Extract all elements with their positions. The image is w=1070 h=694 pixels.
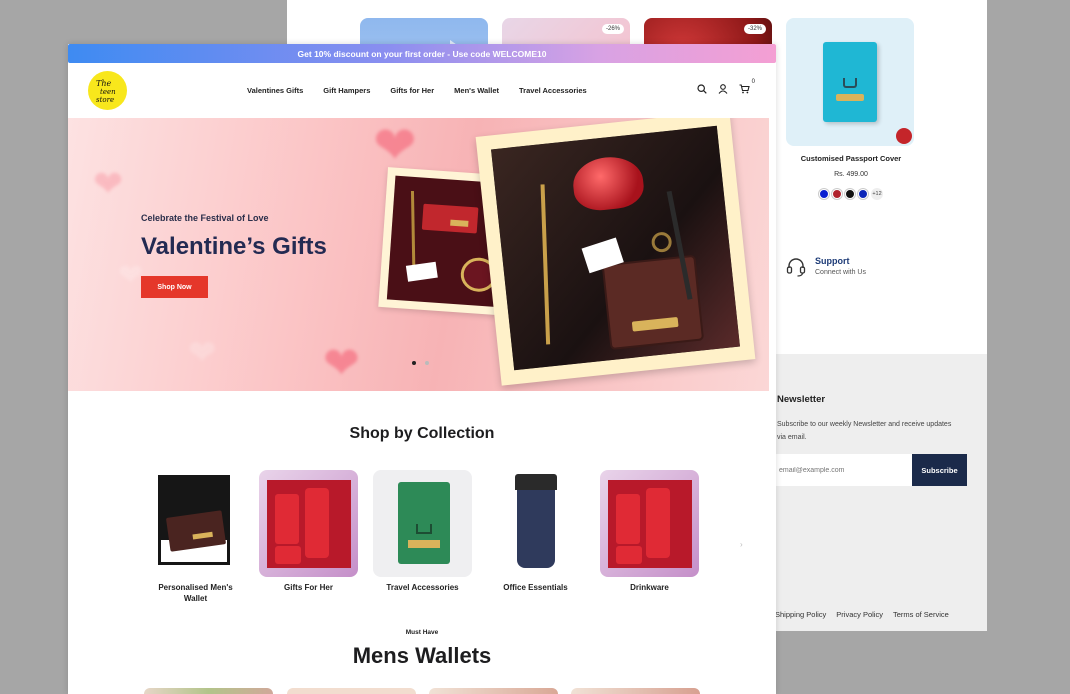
newsletter-text: Subscribe to our weekly Newsletter and r… <box>777 421 952 441</box>
chevron-right-icon[interactable]: › <box>740 540 743 549</box>
collection-label: Drinkware <box>630 583 669 592</box>
search-icon[interactable] <box>696 83 708 95</box>
collections-title: Shop by Collection <box>349 425 495 442</box>
product-card-passport[interactable] <box>786 18 914 146</box>
footer-links: Shipping Policy Privacy Policy Terms of … <box>775 610 949 619</box>
collection-travel-accessories[interactable]: Travel Accessories <box>373 470 472 593</box>
logo-wordmark-icon: The teen store <box>96 79 116 104</box>
more-colors-badge[interactable]: +12 <box>871 188 883 200</box>
product-card-peek[interactable] <box>571 688 700 694</box>
product-card-peek[interactable] <box>144 688 273 694</box>
hero-title: Valentine’s Gifts <box>141 233 327 260</box>
support-title: Support <box>815 256 850 266</box>
headset-icon <box>785 256 807 283</box>
collection-image <box>600 470 699 577</box>
nav-gift-hampers[interactable]: Gift Hampers <box>323 86 370 95</box>
product-price: Rs. 499.00 <box>834 171 868 178</box>
heart-decoration: ❤ <box>93 163 124 204</box>
heart-decoration: ❤ <box>118 259 144 292</box>
collection-image <box>373 470 472 577</box>
collection-label: Travel Accessories <box>386 583 459 592</box>
main-nav: Valentines Gifts Gift Hampers Gifts for … <box>247 86 587 95</box>
store-logo[interactable]: The teen store <box>88 71 127 110</box>
color-swatch[interactable] <box>845 189 855 199</box>
collection-image <box>259 470 358 577</box>
newsletter-email-input[interactable] <box>767 454 912 486</box>
carousel-dots <box>412 361 429 365</box>
cart-icon[interactable]: 0 <box>738 79 755 95</box>
collection-mens-wallet[interactable]: Personalised Men's Wallet <box>146 470 245 604</box>
svg-text:store: store <box>96 96 114 104</box>
product-card-peek[interactable] <box>429 688 558 694</box>
collection-office-essentials[interactable]: Office Essentials <box>486 470 585 593</box>
announcement-bar: Get 10% discount on your first order - U… <box>68 44 776 63</box>
collection-gifts-for-her[interactable]: Gifts For Her <box>259 470 358 593</box>
hero-banner: ❤ ❤ ❤ ❤ ❤ Celebrate the Festival of Love… <box>68 118 769 391</box>
hero-eyebrow: Celebrate the Festival of Love <box>141 213 269 223</box>
heart-decoration: ❤ <box>323 339 360 388</box>
support-block[interactable]: Support Connect with Us <box>785 256 866 283</box>
subscribe-button[interactable]: Subscribe <box>912 454 967 486</box>
support-subtitle: Connect with Us <box>815 269 866 276</box>
collection-label: Gifts For Her <box>284 583 333 592</box>
color-swatch[interactable] <box>832 189 842 199</box>
color-swatch[interactable] <box>858 189 868 199</box>
discount-badge: -32% <box>743 24 766 34</box>
product-title[interactable]: Customised Passport Cover <box>787 154 915 163</box>
storefront-page: Get 10% discount on your first order - U… <box>68 44 776 694</box>
site-header: The teen store Valentines Gifts Gift Ham… <box>68 63 776 118</box>
account-icon[interactable] <box>717 83 729 95</box>
newsletter-title: Newsletter <box>777 394 826 405</box>
nav-mens-wallet[interactable]: Men's Wallet <box>454 86 499 95</box>
footer-link-shipping[interactable]: Shipping Policy <box>775 610 826 619</box>
must-have-eyebrow: Must Have <box>405 629 439 636</box>
collection-image <box>146 470 245 577</box>
footer-link-terms[interactable]: Terms of Service <box>893 610 949 619</box>
nav-gifts-for-her[interactable]: Gifts for Her <box>390 86 434 95</box>
heart-decoration: ❤ <box>188 334 217 372</box>
mens-wallets-title: Mens Wallets <box>352 643 492 668</box>
nav-valentines-gifts[interactable]: Valentines Gifts <box>247 86 303 95</box>
nav-travel-accessories[interactable]: Travel Accessories <box>519 86 587 95</box>
carousel-dot[interactable] <box>412 361 416 365</box>
color-swatches: +12 <box>819 188 883 200</box>
shop-now-button[interactable]: Shop Now <box>141 276 208 298</box>
header-icons: 0 <box>696 79 755 95</box>
collection-label: Office Essentials <box>503 583 568 592</box>
carousel-dot[interactable] <box>425 361 429 365</box>
discount-badge: -26% <box>601 24 624 34</box>
cart-count-badge: 0 <box>751 79 755 85</box>
collection-drinkware[interactable]: Drinkware <box>600 470 699 593</box>
footer-link-privacy[interactable]: Privacy Policy <box>836 610 883 619</box>
hero-product-image-large <box>475 118 756 386</box>
collection-image <box>486 470 585 577</box>
product-card-peek[interactable] <box>287 688 416 694</box>
color-swatch[interactable] <box>819 189 829 199</box>
svg-text:teen: teen <box>100 88 116 96</box>
svg-text:The: The <box>96 79 111 88</box>
collection-label: Personalised Men's Wallet <box>158 583 233 603</box>
